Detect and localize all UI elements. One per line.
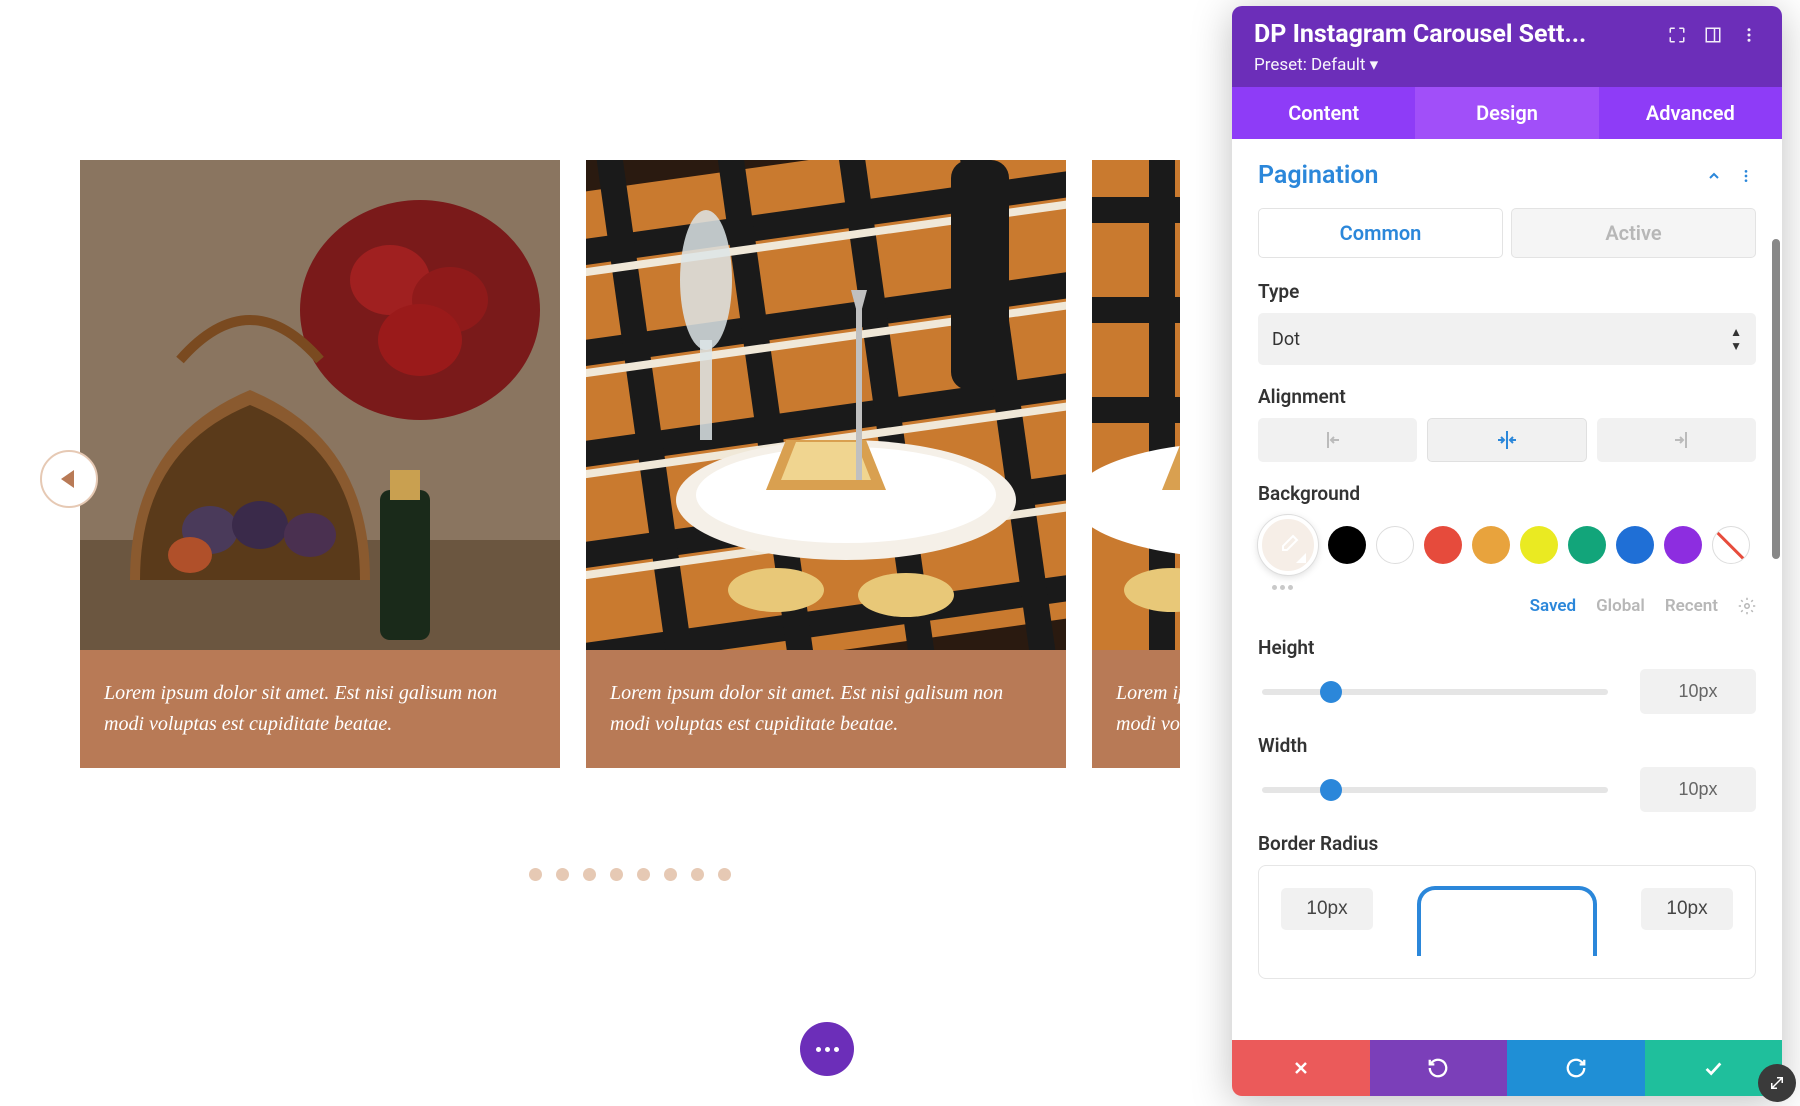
panel-title: DP Instagram Carousel Sett...	[1254, 20, 1652, 49]
carousel-module: Lorem ipsum dolor sit amet. Est nisi gal…	[80, 160, 1180, 881]
redo-button[interactable]	[1507, 1040, 1645, 1096]
label-alignment: Alignment	[1258, 385, 1756, 408]
pagination-dot[interactable]	[637, 868, 650, 881]
tab-design[interactable]: Design	[1415, 87, 1598, 139]
carousel-card: Lorem ipsum dolor sit amet. Est nisi gal…	[586, 160, 1066, 768]
color-picker-button[interactable]	[1258, 515, 1318, 575]
expand-icon[interactable]	[1666, 24, 1688, 46]
label-type: Type	[1258, 280, 1756, 303]
pagination-dot[interactable]	[529, 868, 542, 881]
pagination-dot[interactable]	[610, 868, 623, 881]
label-height: Height	[1258, 636, 1756, 659]
radius-preview-icon	[1417, 886, 1597, 956]
color-swatch-blue[interactable]	[1616, 526, 1654, 564]
height-slider[interactable]	[1262, 689, 1608, 695]
width-slider[interactable]	[1262, 787, 1608, 793]
chevron-updown-icon: ▲▼	[1730, 325, 1742, 353]
pagination-dot[interactable]	[583, 868, 596, 881]
cancel-button[interactable]	[1232, 1040, 1370, 1096]
chevron-up-icon[interactable]	[1704, 166, 1724, 186]
height-input[interactable]	[1640, 669, 1756, 714]
carousel-track: Lorem ipsum dolor sit amet. Est nisi gal…	[80, 160, 1180, 768]
section-title-pagination[interactable]: Pagination	[1258, 161, 1692, 190]
color-swatch-red[interactable]	[1424, 526, 1462, 564]
scrollbar[interactable]	[1772, 239, 1780, 559]
color-tab-global[interactable]: Global	[1596, 596, 1645, 616]
card-image	[80, 160, 560, 650]
card-image	[586, 160, 1066, 650]
pagination-dot[interactable]	[691, 868, 704, 881]
card-caption: Lorem ipsum dolor sit amet. Est nisi gal…	[80, 650, 560, 768]
width-input[interactable]	[1640, 767, 1756, 812]
radius-tr-input[interactable]	[1641, 888, 1733, 930]
card-caption: Lorem ipsum dolor sit amet. Est nisi gal…	[586, 650, 1066, 768]
kebab-icon[interactable]	[1736, 166, 1756, 186]
tab-advanced[interactable]: Advanced	[1599, 87, 1782, 139]
subtab-active[interactable]: Active	[1511, 208, 1756, 258]
tab-content[interactable]: Content	[1232, 87, 1415, 139]
border-radius-control	[1258, 865, 1756, 979]
carousel-pagination	[80, 868, 1180, 881]
align-right-button[interactable]	[1597, 418, 1756, 462]
panel-header: DP Instagram Carousel Sett... Preset: De…	[1232, 6, 1782, 87]
color-swatch-black[interactable]	[1328, 526, 1366, 564]
panel-tabs: Content Design Advanced	[1232, 87, 1782, 139]
subtab-common[interactable]: Common	[1258, 208, 1503, 258]
builder-fab-button[interactable]	[800, 1022, 854, 1076]
snap-icon[interactable]	[1702, 24, 1724, 46]
card-image	[1092, 160, 1180, 650]
align-left-button[interactable]	[1258, 418, 1417, 462]
slider-thumb[interactable]	[1320, 779, 1342, 801]
type-select[interactable]: Dot ▲▼	[1258, 313, 1756, 365]
color-swatch-yellow[interactable]	[1520, 526, 1558, 564]
kebab-icon[interactable]	[1738, 24, 1760, 46]
panel-footer	[1232, 1040, 1782, 1096]
color-swatch-orange[interactable]	[1472, 526, 1510, 564]
gear-icon[interactable]	[1738, 597, 1756, 615]
pagination-dot[interactable]	[664, 868, 677, 881]
carousel-card: Lorem ipsum dolor sit amet. Est nisi gal…	[80, 160, 560, 768]
color-swatch-green[interactable]	[1568, 526, 1606, 564]
card-caption: Lorem ipsum dolor sit amet. Est nisi gal…	[1092, 650, 1180, 768]
builder-canvas[interactable]: Lorem ipsum dolor sit amet. Est nisi gal…	[0, 0, 1260, 1106]
panel-body[interactable]: Pagination Common Active Type Dot ▲▼ Ali…	[1232, 139, 1782, 1040]
color-swatch-purple[interactable]	[1664, 526, 1702, 564]
label-width: Width	[1258, 734, 1756, 757]
pagination-dot[interactable]	[556, 868, 569, 881]
settings-panel: DP Instagram Carousel Sett... Preset: De…	[1232, 6, 1782, 1096]
slider-thumb[interactable]	[1320, 681, 1342, 703]
select-value: Dot	[1272, 329, 1300, 350]
pagination-dot[interactable]	[718, 868, 731, 881]
color-tab-saved[interactable]: Saved	[1530, 596, 1577, 616]
carousel-prev-button[interactable]	[40, 450, 98, 508]
align-center-button[interactable]	[1427, 418, 1588, 462]
radius-tl-input[interactable]	[1281, 888, 1373, 930]
color-tab-recent[interactable]: Recent	[1665, 596, 1718, 616]
more-swatches-icon[interactable]	[1272, 585, 1756, 590]
color-swatch-none[interactable]	[1712, 526, 1750, 564]
preview-expand-button[interactable]	[1758, 1064, 1796, 1102]
carousel-card: Lorem ipsum dolor sit amet. Est nisi gal…	[1092, 160, 1180, 768]
label-background: Background	[1258, 482, 1756, 505]
undo-button[interactable]	[1370, 1040, 1508, 1096]
preset-selector[interactable]: Preset: Default ▾	[1254, 55, 1760, 75]
label-border-radius: Border Radius	[1258, 832, 1756, 855]
color-swatch-white[interactable]	[1376, 526, 1414, 564]
